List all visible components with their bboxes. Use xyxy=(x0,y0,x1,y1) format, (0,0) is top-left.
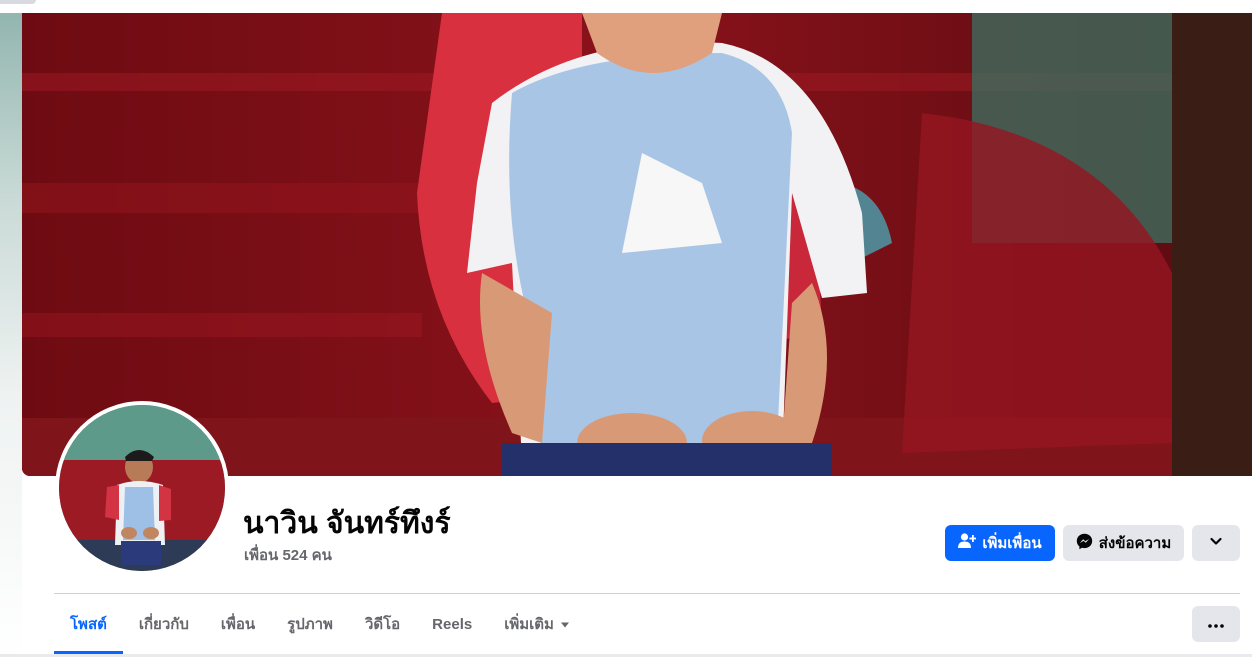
tab-videos[interactable]: วิดีโอ xyxy=(349,594,416,654)
cover-photo-image xyxy=(22,13,1252,476)
avatar-image xyxy=(59,405,225,571)
chevron-down-icon xyxy=(1209,534,1223,552)
tab-about[interactable]: เกี่ยวกับ xyxy=(123,594,205,654)
profile-avatar[interactable] xyxy=(55,401,229,575)
caret-down-icon xyxy=(560,616,570,633)
messenger-icon xyxy=(1076,533,1093,554)
tab-friends[interactable]: เพื่อน xyxy=(205,594,271,654)
tab-friends-label: เพื่อน xyxy=(220,616,256,633)
ellipsis-icon xyxy=(1208,615,1224,633)
tab-photos-label: รูปภาพ xyxy=(287,616,333,633)
tab-videos-label: วิดีโอ xyxy=(364,616,401,633)
cover-photo[interactable] xyxy=(22,13,1252,476)
scroll-indicator xyxy=(0,0,36,4)
page-edge-background xyxy=(0,0,22,657)
message-label: ส่งข้อความ xyxy=(1098,535,1172,552)
tab-posts[interactable]: โพสต์ xyxy=(54,594,123,654)
profile-options-dropdown-button[interactable] xyxy=(1192,525,1240,561)
tab-posts-label: โพสต์ xyxy=(70,616,107,633)
tab-more[interactable]: เพิ่มเติม xyxy=(488,594,586,654)
message-button[interactable]: ส่งข้อความ xyxy=(1063,525,1184,561)
tab-reels-label: Reels xyxy=(432,615,473,633)
tab-about-label: เกี่ยวกับ xyxy=(138,616,189,633)
friend-count[interactable]: เพื่อน 524 คน xyxy=(244,543,332,567)
add-friend-button[interactable]: เพิ่มเพื่อน xyxy=(945,525,1055,561)
add-person-icon xyxy=(958,533,977,553)
profile-tabs: โพสต์ เกี่ยวกับ เพื่อน รูปภาพ วิดีโอ Ree… xyxy=(54,594,586,654)
tab-photos[interactable]: รูปภาพ xyxy=(271,594,349,654)
tabs-more-options-button[interactable] xyxy=(1192,606,1240,642)
profile-name: นาวิน จันทร์ทึงร์ xyxy=(243,507,451,540)
tab-reels[interactable]: Reels xyxy=(416,594,488,654)
top-bar-edge xyxy=(0,0,1252,13)
add-friend-label: เพิ่มเพื่อน xyxy=(982,535,1042,552)
tab-more-label: เพิ่มเติม xyxy=(504,616,554,633)
